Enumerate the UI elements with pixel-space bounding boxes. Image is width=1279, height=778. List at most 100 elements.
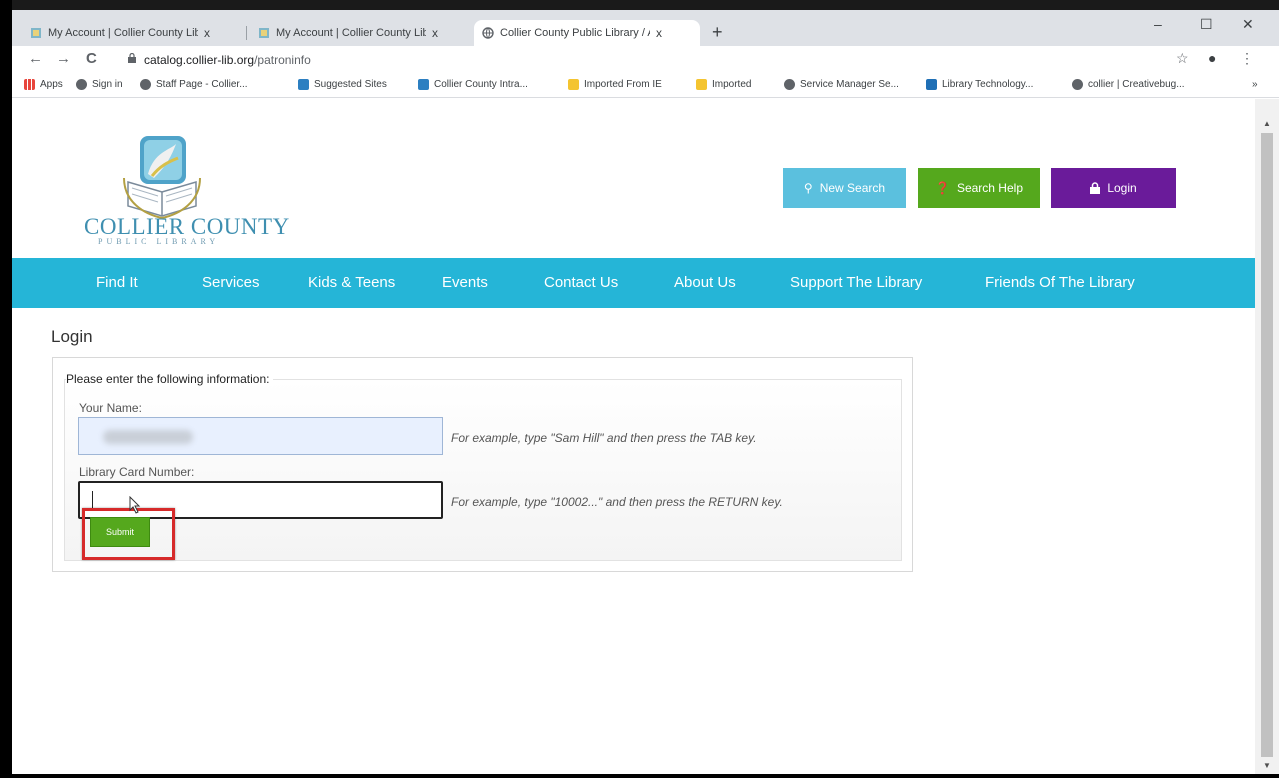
bookmark-imported-from-ie[interactable]: Imported From IE	[568, 79, 662, 90]
frame-border-top	[0, 0, 1279, 10]
frame-border-bottom	[0, 774, 1279, 778]
library-favicon-icon	[31, 28, 41, 38]
vertical-scrollbar[interactable]: ▲ ▼	[1255, 99, 1279, 774]
highlight-box	[82, 508, 175, 560]
folder-icon	[696, 79, 707, 90]
bookmark-label: Imported From IE	[584, 79, 662, 90]
new-tab-button[interactable]: +	[712, 22, 723, 43]
forward-arrow-icon[interactable]: →	[56, 50, 71, 67]
nav-kids-teens[interactable]: Kids & Teens	[308, 274, 395, 291]
name-field[interactable]	[78, 417, 443, 455]
browser-tab-active[interactable]: Collier County Public Library / Al x	[474, 20, 700, 46]
scroll-up-icon[interactable]: ▲	[1263, 119, 1271, 128]
bookmark-label: Suggested Sites	[314, 79, 387, 90]
search-help-label: Search Help	[956, 181, 1023, 195]
web-page: COLLIER COUNTY PUBLIC LIBRARY ⚲ New Sear…	[12, 99, 1255, 774]
bookmark-label: Collier County Intra...	[434, 79, 528, 90]
nav-services[interactable]: Services	[202, 274, 260, 291]
name-label: Your Name:	[79, 401, 142, 415]
bookmark-label: collier | Creativebug...	[1088, 79, 1185, 90]
back-arrow-icon[interactable]: ←	[28, 50, 43, 67]
tab-title: My Account | Collier County Libr	[276, 27, 426, 39]
search-icon: ⚲	[803, 181, 813, 195]
search-help-button[interactable]: ❓ Search Help	[918, 168, 1040, 208]
bookmark-imported[interactable]: Imported	[696, 79, 751, 90]
bookmarks-bar: Apps Sign in Staff Page - Collier... Sug…	[12, 74, 1279, 98]
bookmark-library-technology[interactable]: Library Technology...	[926, 79, 1033, 90]
browser-tabstrip: My Account | Collier County Libr x My Ac…	[12, 14, 1279, 46]
globe-icon	[140, 79, 151, 90]
sharepoint-icon	[418, 79, 429, 90]
scroll-down-icon[interactable]: ▼	[1263, 761, 1271, 770]
page-title: Login	[51, 327, 93, 346]
globe-icon	[482, 27, 494, 39]
tab-close-icon[interactable]: x	[204, 26, 210, 40]
bookmark-star-icon[interactable]: ☆	[1176, 50, 1189, 67]
scroll-thumb[interactable]	[1261, 133, 1273, 757]
library-favicon-icon	[259, 28, 269, 38]
lock-icon	[1090, 182, 1101, 194]
browser-toolbar: ← → C catalog.collier-lib.org/patroninfo…	[12, 46, 1279, 74]
library-subtitle: PUBLIC LIBRARY	[98, 237, 220, 246]
text-caret	[92, 491, 93, 509]
main-nav: Find It Services Kids & Teens Events Con…	[12, 258, 1255, 308]
profile-icon[interactable]: ●	[1208, 50, 1216, 66]
tab-separator	[246, 26, 247, 40]
nav-events[interactable]: Events	[442, 274, 488, 291]
address-bar[interactable]: catalog.collier-lib.org/patroninfo	[144, 53, 311, 67]
minimize-button[interactable]: –	[1154, 16, 1162, 32]
tab-title: Collier County Public Library / Al	[500, 27, 650, 39]
name-hint: For example, type "Sam Hill" and then pr…	[451, 431, 757, 445]
bing-icon	[298, 79, 309, 90]
nav-friends-of-the-library[interactable]: Friends Of The Library	[985, 274, 1135, 291]
redacted-name	[103, 430, 193, 444]
bookmark-label: Service Manager Se...	[800, 79, 899, 90]
apps-grid-icon	[24, 79, 35, 90]
bookmark-label: Staff Page - Collier...	[156, 79, 248, 90]
library-tech-icon	[926, 79, 937, 90]
browser-menu-icon[interactable]: ⋮	[1240, 50, 1254, 67]
close-window-button[interactable]: ✕	[1242, 16, 1254, 33]
mouse-pointer-icon	[129, 496, 141, 514]
bookmark-suggested-sites[interactable]: Suggested Sites	[298, 79, 387, 90]
frame-border-left	[0, 0, 12, 778]
browser-tab-1[interactable]: My Account | Collier County Libr x	[22, 20, 218, 46]
bookmark-county-intranet[interactable]: Collier County Intra...	[418, 79, 528, 90]
bookmark-service-manager[interactable]: Service Manager Se...	[784, 79, 899, 90]
bookmark-label: Apps	[40, 79, 63, 90]
bookmark-label: Library Technology...	[942, 79, 1034, 90]
tab-close-icon[interactable]: x	[432, 26, 438, 40]
login-label: Login	[1107, 181, 1137, 195]
bookmark-staff-page[interactable]: Staff Page - Collier...	[140, 79, 248, 90]
globe-icon	[76, 79, 87, 90]
new-search-label: New Search	[819, 181, 886, 195]
card-number-hint: For example, type "10002..." and then pr…	[451, 495, 783, 509]
globe-icon	[784, 79, 795, 90]
bookmark-label: Imported	[712, 79, 752, 90]
url-path: /patroninfo	[254, 53, 311, 67]
nav-find-it[interactable]: Find It	[96, 274, 138, 291]
form-legend: Please enter the following information:	[66, 372, 274, 386]
globe-icon	[1072, 79, 1083, 90]
bookmark-sign-in[interactable]: Sign in	[76, 79, 123, 90]
browser-tab-2[interactable]: My Account | Collier County Libr x	[250, 20, 446, 46]
bookmark-creativebug[interactable]: collier | Creativebug...	[1072, 79, 1185, 90]
nav-contact-us[interactable]: Contact Us	[544, 274, 618, 291]
tab-title: My Account | Collier County Libr	[48, 27, 198, 39]
screen: My Account | Collier County Libr x My Ac…	[0, 0, 1279, 778]
login-button[interactable]: Login	[1051, 168, 1176, 208]
folder-icon	[568, 79, 579, 90]
new-search-button[interactable]: ⚲ New Search	[783, 168, 906, 208]
nav-about-us[interactable]: About Us	[674, 274, 736, 291]
url-host: catalog.collier-lib.org	[144, 53, 255, 67]
nav-support-the-library[interactable]: Support The Library	[790, 274, 922, 291]
tab-close-icon[interactable]: x	[656, 26, 662, 40]
bookmark-label: Sign in	[92, 79, 123, 90]
reload-icon[interactable]: C	[86, 50, 97, 67]
maximize-button[interactable]: ☐	[1200, 16, 1213, 33]
card-number-label: Library Card Number:	[79, 465, 195, 479]
lock-icon	[128, 53, 136, 63]
more-bookmarks-button[interactable]: »	[1252, 79, 1258, 90]
bookmark-apps[interactable]: Apps	[24, 79, 63, 90]
question-circle-icon: ❓	[935, 181, 950, 195]
